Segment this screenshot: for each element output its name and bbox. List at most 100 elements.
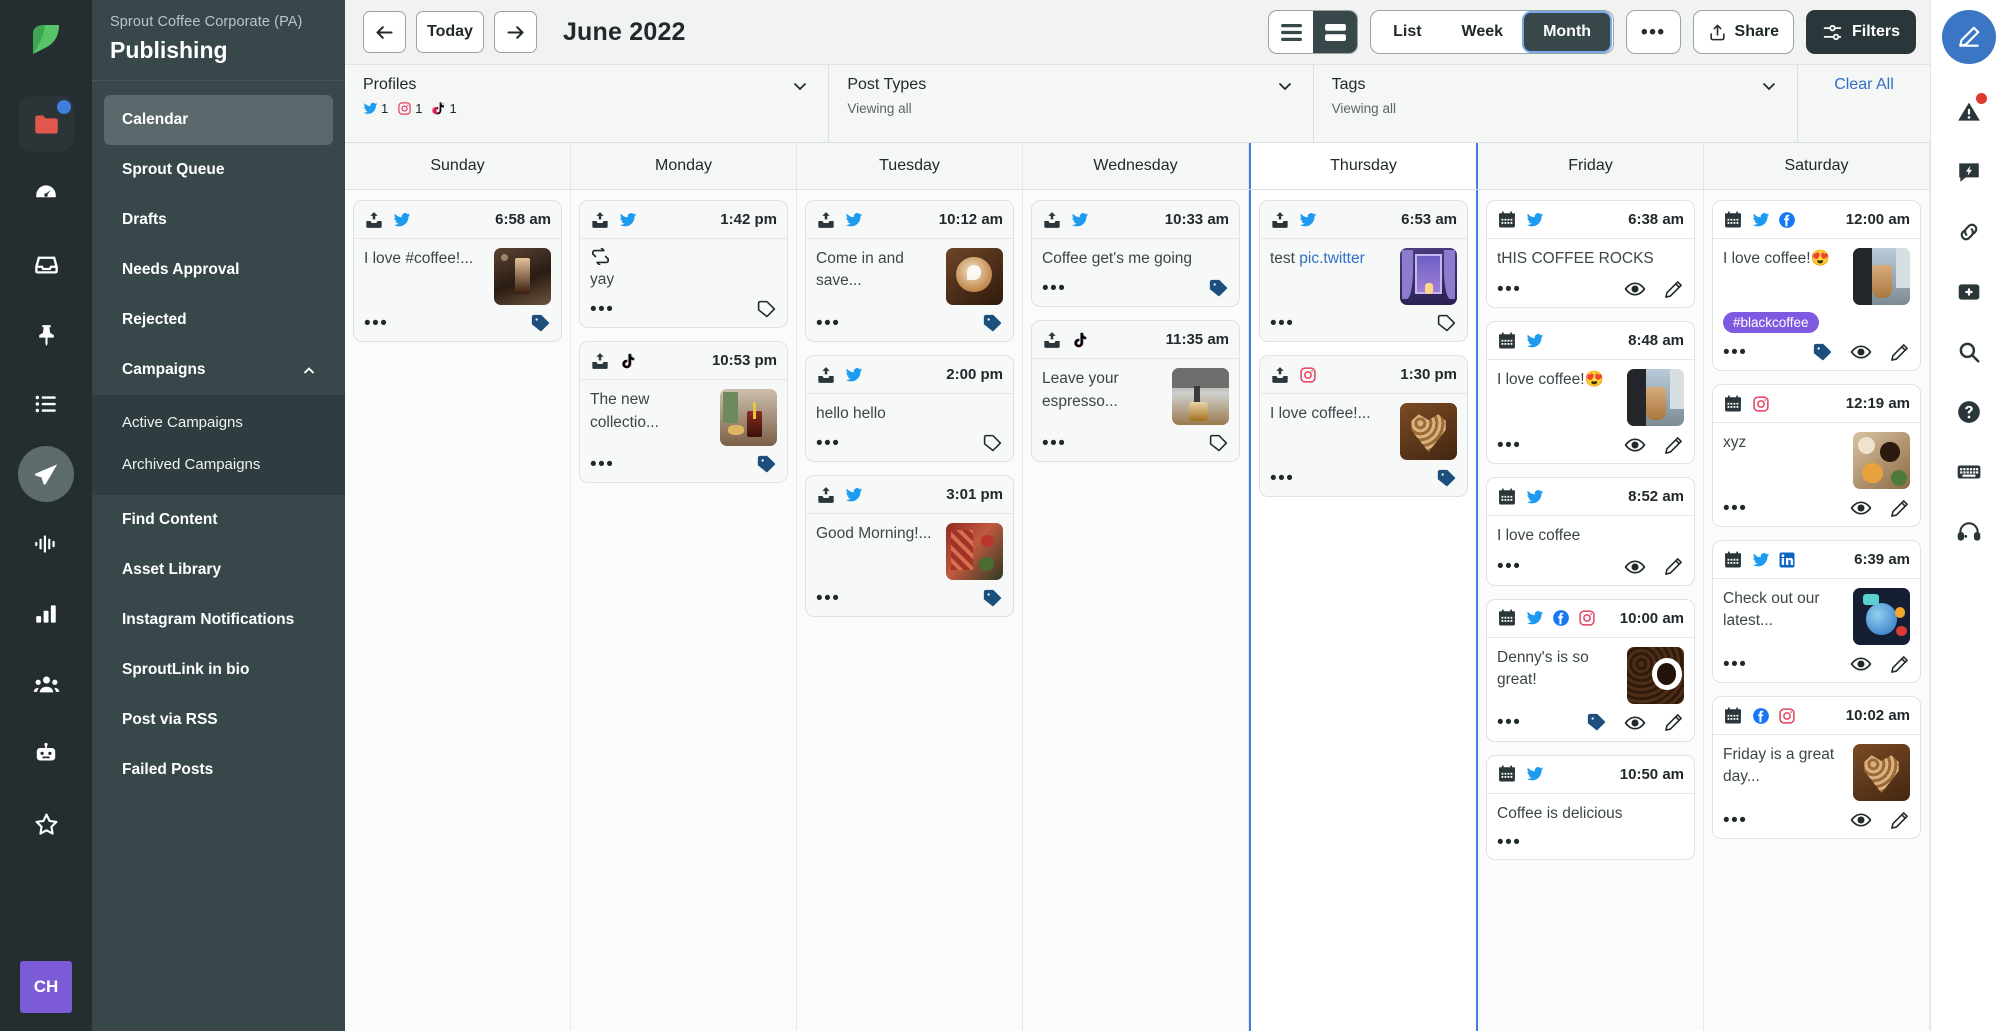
preview-eye-icon[interactable] xyxy=(1624,712,1646,734)
search-button[interactable] xyxy=(1951,334,1987,370)
tags-filter[interactable]: Tags Viewing all xyxy=(1314,65,1798,142)
post-thumbnail[interactable] xyxy=(1853,588,1910,645)
tag-icon[interactable] xyxy=(756,299,777,320)
sidebar-item-sproutlink-in-bio[interactable]: SproutLink in bio xyxy=(104,645,333,695)
preview-eye-icon[interactable] xyxy=(1850,497,1872,519)
rail-item-star[interactable] xyxy=(18,796,74,852)
day-column-thursday[interactable]: 6:53 am test pic.twitter ••• 1:30 pm I l… xyxy=(1249,190,1478,1031)
rail-item-dashboard[interactable] xyxy=(18,166,74,222)
help-button[interactable] xyxy=(1951,394,1987,430)
sidebar-item-drafts[interactable]: Drafts xyxy=(104,195,333,245)
rail-item-inbox[interactable] xyxy=(18,236,74,292)
previous-month-button[interactable] xyxy=(363,11,406,53)
rail-item-listening[interactable] xyxy=(18,516,74,572)
post-thumbnail[interactable] xyxy=(1627,646,1684,704)
rail-item-list[interactable] xyxy=(18,376,74,432)
post-thumbnail[interactable] xyxy=(1853,744,1910,801)
comfortable-density-button[interactable] xyxy=(1313,11,1358,53)
post-card[interactable]: 2:00 pm hello hello ••• xyxy=(805,355,1014,463)
rail-item-folder[interactable] xyxy=(18,96,74,152)
post-thumbnail[interactable] xyxy=(946,248,1003,305)
rail-item-publishing[interactable] xyxy=(18,446,74,502)
sidebar-item-instagram-notifications[interactable]: Instagram Notifications xyxy=(104,595,333,645)
sidebar-item-rejected[interactable]: Rejected xyxy=(104,295,333,345)
tab-list-view[interactable]: List xyxy=(1374,13,1440,51)
sprout-leaf-logo[interactable] xyxy=(19,14,73,68)
tag-icon[interactable] xyxy=(530,313,551,334)
post-more-icon[interactable]: ••• xyxy=(1042,279,1066,298)
day-column-tuesday[interactable]: 10:12 am Come in and save... ••• 2:00 pm xyxy=(797,190,1023,1031)
clear-all-button[interactable]: Clear All xyxy=(1798,65,1930,142)
edit-pencil-icon[interactable] xyxy=(1889,342,1910,363)
preview-eye-icon[interactable] xyxy=(1850,809,1872,831)
edit-pencil-icon[interactable] xyxy=(1889,810,1910,831)
post-more-icon[interactable]: ••• xyxy=(1270,469,1294,488)
tag-icon[interactable] xyxy=(1436,468,1457,489)
link-button[interactable] xyxy=(1951,214,1987,250)
post-card[interactable]: 10:53 pm The new collectio... ••• xyxy=(579,341,788,484)
sidebar-item-find-content[interactable]: Find Content xyxy=(104,495,333,545)
today-button[interactable]: Today xyxy=(416,11,484,53)
feedback-button[interactable] xyxy=(1951,154,1987,190)
tag-icon[interactable] xyxy=(982,588,1003,609)
share-button[interactable]: Share xyxy=(1692,10,1794,54)
tag-icon[interactable] xyxy=(756,454,777,475)
post-card[interactable]: 10:50 am Coffee is delicious ••• xyxy=(1486,754,1695,861)
sidebar-item-sprout-queue[interactable]: Sprout Queue xyxy=(104,145,333,195)
preview-eye-icon[interactable] xyxy=(1850,341,1872,363)
post-thumbnail[interactable] xyxy=(1853,248,1910,305)
day-column-sunday[interactable]: 6:58 am I love #coffee!... ••• xyxy=(345,190,571,1031)
sidebar-item-calendar[interactable]: Calendar xyxy=(104,95,333,145)
day-column-wednesday[interactable]: 10:33 am Coffee get's me going ••• 11:35… xyxy=(1023,190,1249,1031)
post-more-icon[interactable]: ••• xyxy=(1497,280,1521,299)
post-card[interactable]: 3:01 pm Good Morning!... ••• xyxy=(805,475,1014,618)
post-card[interactable]: 6:38 am tHIS COFFEE ROCKS ••• xyxy=(1486,200,1695,309)
edit-pencil-icon[interactable] xyxy=(1889,498,1910,519)
post-types-filter[interactable]: Post Types Viewing all xyxy=(829,65,1314,142)
rail-item-reports[interactable] xyxy=(18,586,74,642)
tag-icon[interactable] xyxy=(982,313,1003,334)
add-button[interactable] xyxy=(1951,274,1987,310)
post-card[interactable]: 10:12 am Come in and save... ••• xyxy=(805,200,1014,342)
tab-month-view[interactable]: Month xyxy=(1524,13,1611,51)
post-more-icon[interactable]: ••• xyxy=(364,314,388,333)
sidebar-item-post-via-rss[interactable]: Post via RSS xyxy=(104,695,333,745)
compact-density-button[interactable] xyxy=(1269,11,1313,53)
edit-pencil-icon[interactable] xyxy=(1663,435,1684,456)
tag-icon[interactable] xyxy=(1208,278,1229,299)
post-more-icon[interactable]: ••• xyxy=(1497,833,1521,852)
rail-item-pin[interactable] xyxy=(18,306,74,362)
post-card[interactable]: 1:42 pm yay ••• xyxy=(579,200,788,329)
post-more-icon[interactable]: ••• xyxy=(590,455,614,474)
edit-pencil-icon[interactable] xyxy=(1663,556,1684,577)
post-card[interactable]: 12:00 am I love coffee!😍 #blackcoffee ••… xyxy=(1712,200,1921,371)
post-thumbnail[interactable] xyxy=(946,523,1003,581)
rail-item-audience[interactable] xyxy=(18,656,74,712)
post-more-icon[interactable]: ••• xyxy=(816,314,840,333)
sidebar-item-failed-posts[interactable]: Failed Posts xyxy=(104,745,333,795)
filters-button[interactable]: Filters xyxy=(1805,10,1916,54)
post-card[interactable]: 11:35 am Leave your espresso... ••• xyxy=(1031,320,1240,463)
profiles-filter[interactable]: Profiles 1 1 1 xyxy=(345,65,830,142)
post-more-icon[interactable]: ••• xyxy=(1497,713,1521,732)
user-avatar[interactable]: CH xyxy=(20,961,72,1013)
chevron-down-icon[interactable] xyxy=(1275,76,1295,96)
post-thumbnail[interactable] xyxy=(1172,368,1229,426)
post-card[interactable]: 10:00 am Denny's is so great! ••• xyxy=(1486,598,1695,742)
day-column-monday[interactable]: 1:42 pm yay ••• 10:53 pm The new collect… xyxy=(571,190,797,1031)
post-card[interactable]: 6:53 am test pic.twitter ••• xyxy=(1259,200,1468,342)
post-thumbnail[interactable] xyxy=(494,248,551,305)
preview-eye-icon[interactable] xyxy=(1624,556,1646,578)
day-column-saturday[interactable]: 12:00 am I love coffee!😍 #blackcoffee ••… xyxy=(1704,190,1930,1031)
chevron-down-icon[interactable] xyxy=(790,76,810,96)
more-options-button[interactable]: ••• xyxy=(1626,10,1681,54)
day-column-friday[interactable]: 6:38 am tHIS COFFEE ROCKS ••• 8:48 am I … xyxy=(1478,190,1704,1031)
post-card[interactable]: 12:19 am xyz ••• xyxy=(1712,384,1921,527)
rail-item-bot[interactable] xyxy=(18,726,74,782)
sidebar-item-asset-library[interactable]: Asset Library xyxy=(104,545,333,595)
preview-eye-icon[interactable] xyxy=(1850,653,1872,675)
post-card[interactable]: 10:33 am Coffee get's me going ••• xyxy=(1031,200,1240,308)
post-more-icon[interactable]: ••• xyxy=(816,589,840,608)
post-thumbnail[interactable] xyxy=(1627,369,1684,427)
edit-pencil-icon[interactable] xyxy=(1889,654,1910,675)
